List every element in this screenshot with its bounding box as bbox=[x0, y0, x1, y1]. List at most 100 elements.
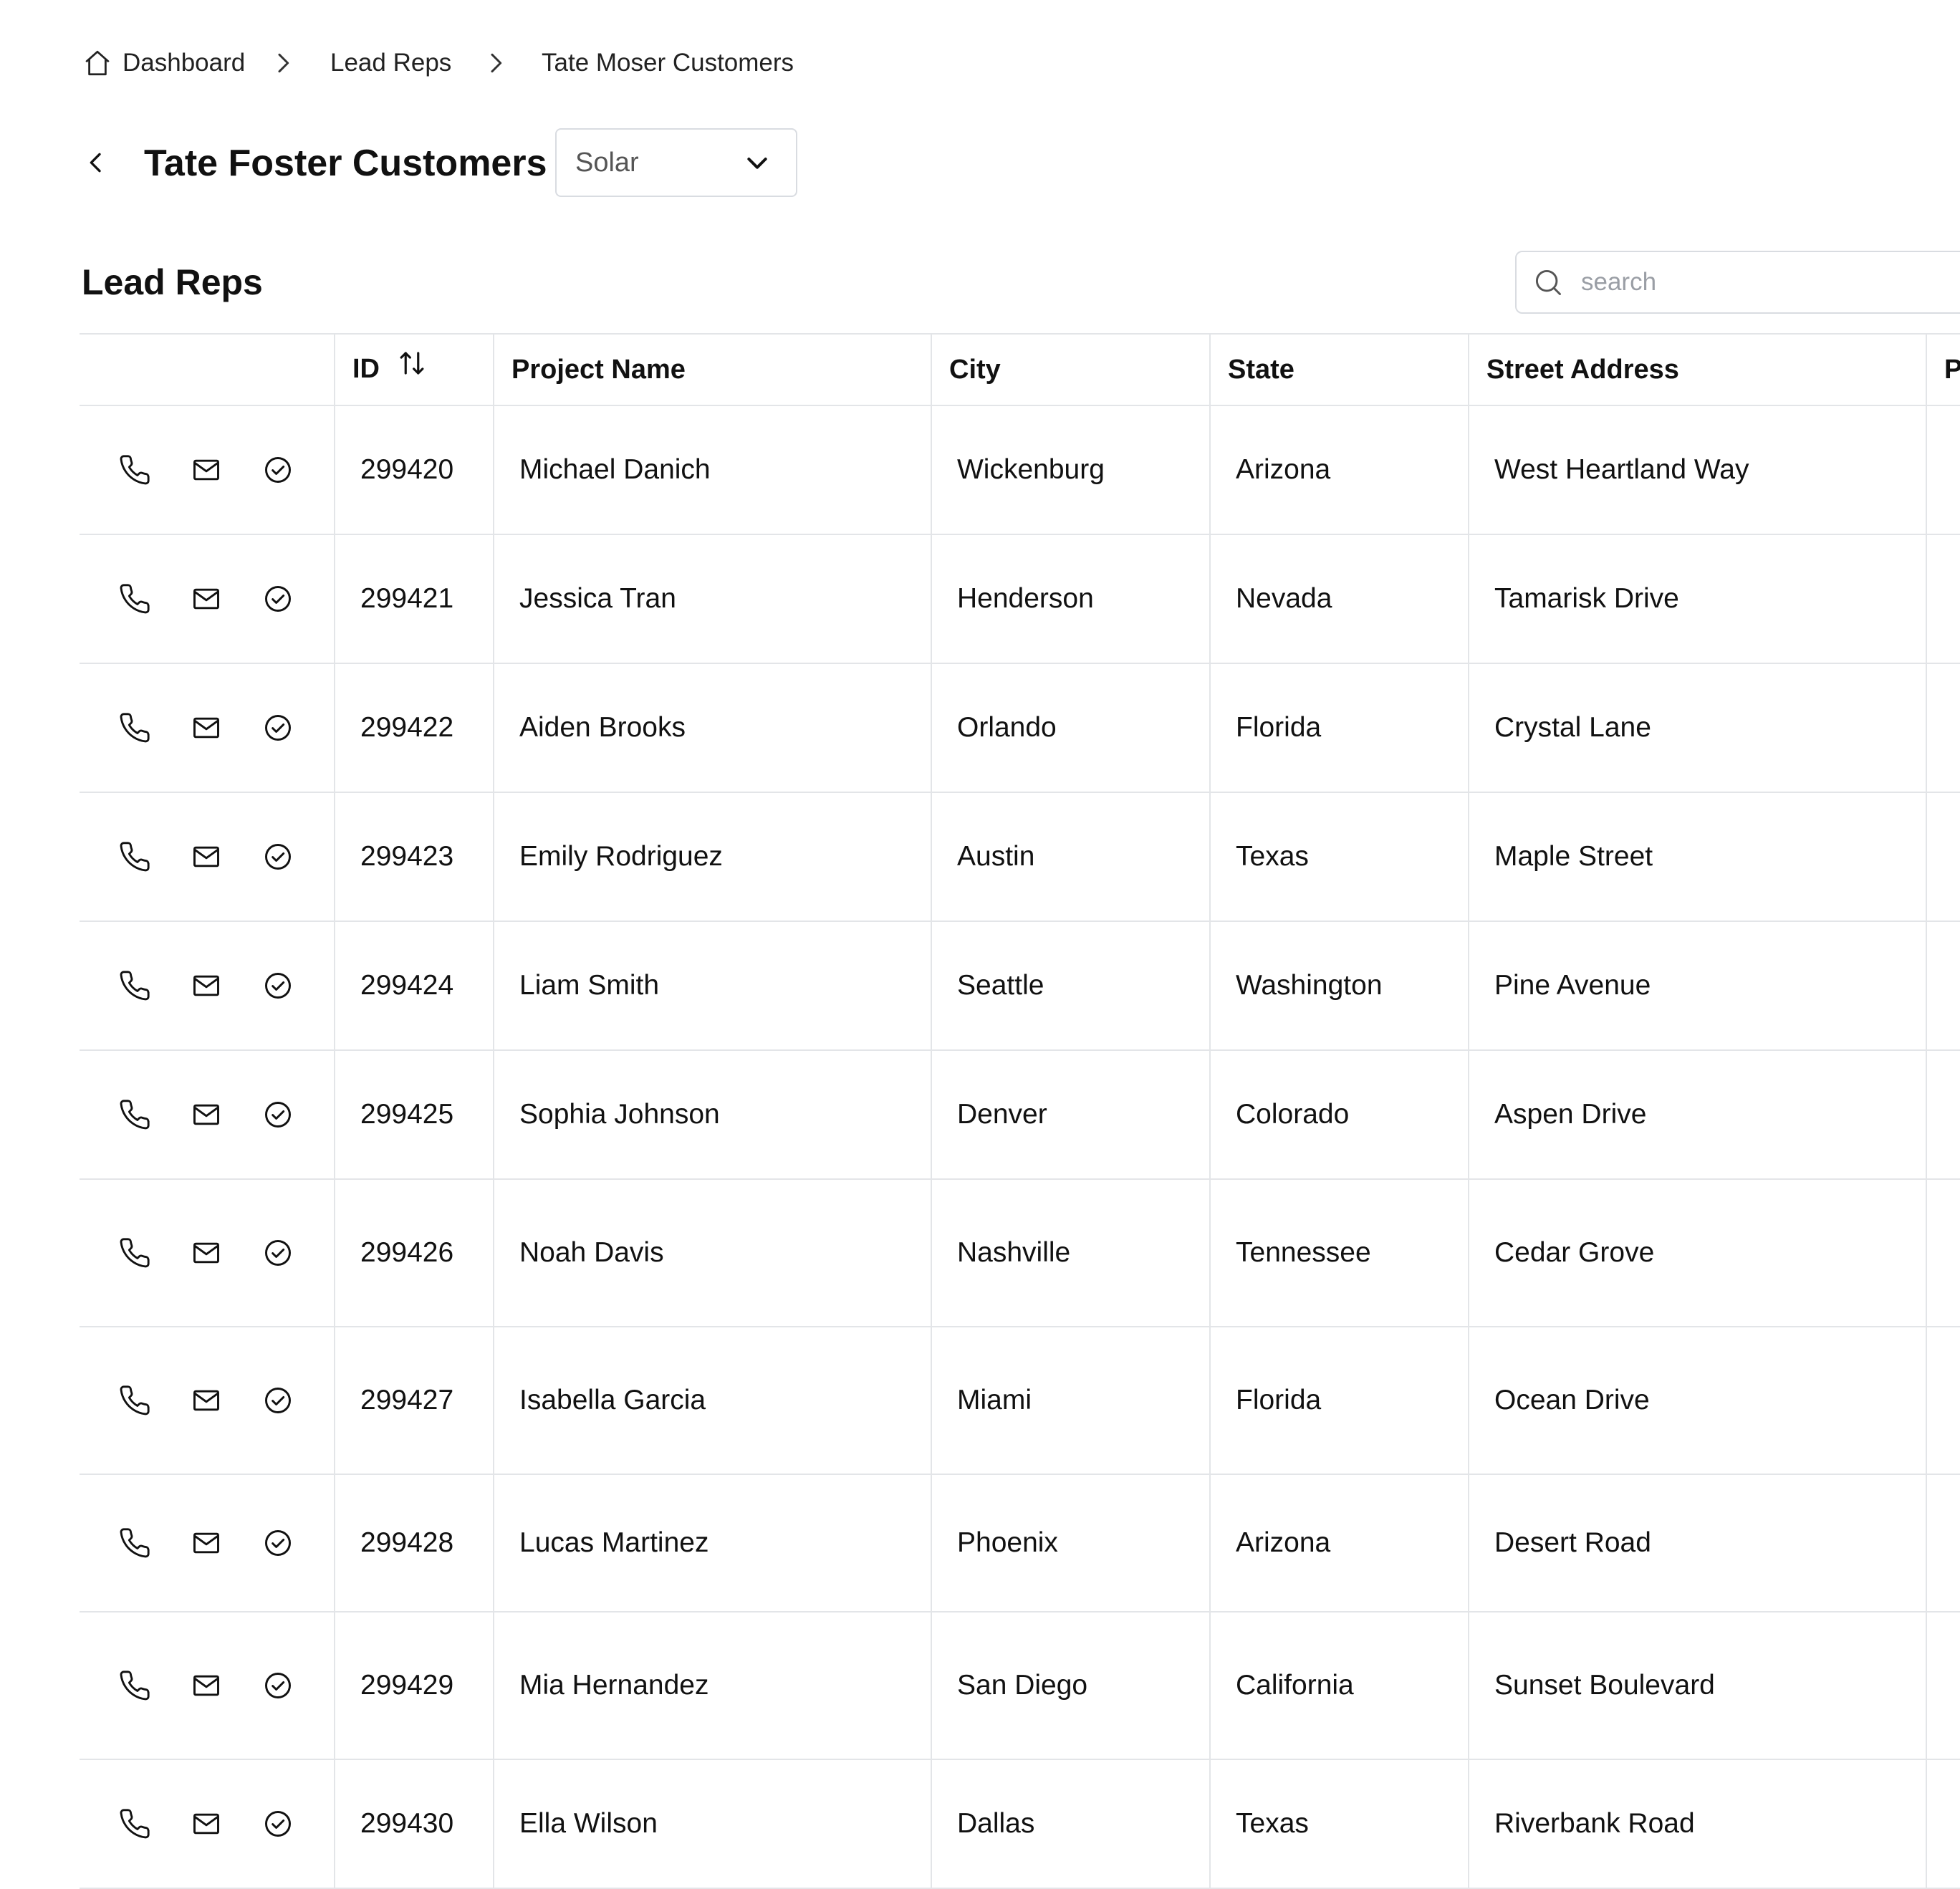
cell-street-address: Maple Street bbox=[1468, 792, 1927, 922]
check-circle-icon[interactable] bbox=[260, 452, 296, 488]
row-actions-cell bbox=[80, 921, 335, 1051]
mail-icon[interactable] bbox=[188, 839, 224, 875]
check-circle-icon[interactable] bbox=[260, 581, 296, 617]
cell-truncated bbox=[1926, 1178, 1960, 1327]
phone-icon[interactable] bbox=[117, 1235, 153, 1271]
phone-icon[interactable] bbox=[117, 1525, 153, 1561]
check-circle-icon[interactable] bbox=[260, 1235, 296, 1271]
cell-street-address: West Heartland Way bbox=[1468, 405, 1927, 535]
search-input[interactable] bbox=[1580, 267, 1960, 297]
row-actions bbox=[80, 1806, 334, 1842]
cell-street-address: Tamarisk Drive bbox=[1468, 534, 1927, 664]
cell-city: Orlando bbox=[931, 663, 1211, 793]
check-circle-icon[interactable] bbox=[260, 1668, 296, 1703]
cell-state: Tennessee bbox=[1209, 1178, 1469, 1327]
mail-icon[interactable] bbox=[188, 1235, 224, 1271]
row-actions bbox=[80, 1525, 334, 1561]
mail-icon[interactable] bbox=[188, 1668, 224, 1703]
column-header-actions bbox=[80, 333, 335, 406]
phone-icon[interactable] bbox=[117, 1097, 153, 1133]
mail-icon[interactable] bbox=[188, 1806, 224, 1842]
mail-icon[interactable] bbox=[188, 968, 224, 1004]
check-circle-icon[interactable] bbox=[260, 839, 296, 875]
column-header-truncated[interactable]: P bbox=[1926, 333, 1960, 406]
cell-state: Arizona bbox=[1209, 1474, 1469, 1612]
column-header-street-address[interactable]: Street Address bbox=[1468, 333, 1927, 406]
row-actions-cell bbox=[80, 663, 335, 793]
column-header-state[interactable]: State bbox=[1209, 333, 1469, 406]
row-actions bbox=[80, 1668, 334, 1703]
sort-icon[interactable] bbox=[397, 348, 427, 385]
phone-icon[interactable] bbox=[117, 839, 153, 875]
cell-id: 299428 bbox=[334, 1474, 494, 1612]
table-row[interactable]: 299428 Lucas Martinez Phoenix Arizona De… bbox=[80, 1474, 1960, 1612]
check-circle-icon[interactable] bbox=[260, 1097, 296, 1133]
table-row[interactable]: 299430 Ella Wilson Dallas Texas Riverban… bbox=[80, 1759, 1960, 1889]
phone-icon[interactable] bbox=[117, 581, 153, 617]
cell-street-address: Crystal Lane bbox=[1468, 663, 1927, 793]
mail-icon[interactable] bbox=[188, 452, 224, 488]
column-header-project-name[interactable]: Project Name bbox=[493, 333, 932, 406]
cell-project-name: Lucas Martinez bbox=[493, 1474, 932, 1612]
cell-truncated bbox=[1926, 1611, 1960, 1760]
table-row[interactable]: 299429 Mia Hernandez San Diego Californi… bbox=[80, 1611, 1960, 1760]
breadcrumb-item-lead-reps[interactable]: Lead Reps bbox=[330, 43, 451, 83]
row-actions bbox=[80, 452, 334, 488]
table-row[interactable]: 299423 Emily Rodriguez Austin Texas Mapl… bbox=[80, 792, 1960, 922]
mail-icon[interactable] bbox=[188, 581, 224, 617]
check-circle-icon[interactable] bbox=[260, 1383, 296, 1418]
phone-icon[interactable] bbox=[117, 710, 153, 746]
mail-icon[interactable] bbox=[188, 1525, 224, 1561]
cell-state: California bbox=[1209, 1611, 1469, 1760]
table-row[interactable]: 299421 Jessica Tran Henderson Nevada Tam… bbox=[80, 534, 1960, 664]
cell-id: 299424 bbox=[334, 921, 494, 1051]
cell-state: Arizona bbox=[1209, 405, 1469, 535]
table-row[interactable]: 299420 Michael Danich Wickenburg Arizona… bbox=[80, 405, 1960, 535]
cell-street-address: Desert Road bbox=[1468, 1474, 1927, 1612]
cell-id: 299421 bbox=[334, 534, 494, 664]
row-actions-cell bbox=[80, 1611, 335, 1760]
cell-truncated bbox=[1926, 1049, 1960, 1180]
mail-icon[interactable] bbox=[188, 710, 224, 746]
cell-city: San Diego bbox=[931, 1611, 1211, 1760]
cell-id: 299430 bbox=[334, 1759, 494, 1889]
category-select[interactable]: Solar bbox=[555, 128, 797, 197]
home-icon[interactable] bbox=[82, 48, 112, 78]
check-circle-icon[interactable] bbox=[260, 1525, 296, 1561]
row-actions bbox=[80, 968, 334, 1004]
phone-icon[interactable] bbox=[117, 1806, 153, 1842]
check-circle-icon[interactable] bbox=[260, 968, 296, 1004]
table-header-row: ID Project Name City State Street Addres… bbox=[80, 333, 1960, 406]
table-row[interactable]: 299427 Isabella Garcia Miami Florida Oce… bbox=[80, 1326, 1960, 1475]
breadcrumb-item-dashboard[interactable]: Dashboard bbox=[123, 49, 245, 77]
chevron-right-icon bbox=[269, 49, 297, 77]
breadcrumb: Dashboard bbox=[82, 43, 245, 83]
page-title: Tate Foster Customers bbox=[144, 143, 547, 184]
row-actions bbox=[80, 1235, 334, 1271]
phone-icon[interactable] bbox=[117, 1383, 153, 1418]
cell-truncated bbox=[1926, 792, 1960, 922]
search-box[interactable] bbox=[1515, 251, 1960, 314]
phone-icon[interactable] bbox=[117, 968, 153, 1004]
column-header-id[interactable]: ID bbox=[334, 333, 494, 406]
phone-icon[interactable] bbox=[117, 452, 153, 488]
cell-street-address: Riverbank Road bbox=[1468, 1759, 1927, 1889]
cell-truncated bbox=[1926, 1759, 1960, 1889]
row-actions-cell bbox=[80, 1049, 335, 1180]
mail-icon[interactable] bbox=[188, 1097, 224, 1133]
table-row[interactable]: 299424 Liam Smith Seattle Washington Pin… bbox=[80, 921, 1960, 1051]
table-row[interactable]: 299426 Noah Davis Nashville Tennessee Ce… bbox=[80, 1178, 1960, 1327]
cell-state: Texas bbox=[1209, 1759, 1469, 1889]
cell-state: Nevada bbox=[1209, 534, 1469, 664]
column-header-city[interactable]: City bbox=[931, 333, 1211, 406]
check-circle-icon[interactable] bbox=[260, 1806, 296, 1842]
table-row[interactable]: 299422 Aiden Brooks Orlando Florida Crys… bbox=[80, 663, 1960, 793]
row-actions bbox=[80, 1383, 334, 1418]
check-circle-icon[interactable] bbox=[260, 710, 296, 746]
cell-truncated bbox=[1926, 534, 1960, 664]
phone-icon[interactable] bbox=[117, 1668, 153, 1703]
back-button[interactable] bbox=[80, 145, 112, 181]
mail-icon[interactable] bbox=[188, 1383, 224, 1418]
table-row[interactable]: 299425 Sophia Johnson Denver Colorado As… bbox=[80, 1049, 1960, 1180]
row-actions-cell bbox=[80, 1759, 335, 1889]
